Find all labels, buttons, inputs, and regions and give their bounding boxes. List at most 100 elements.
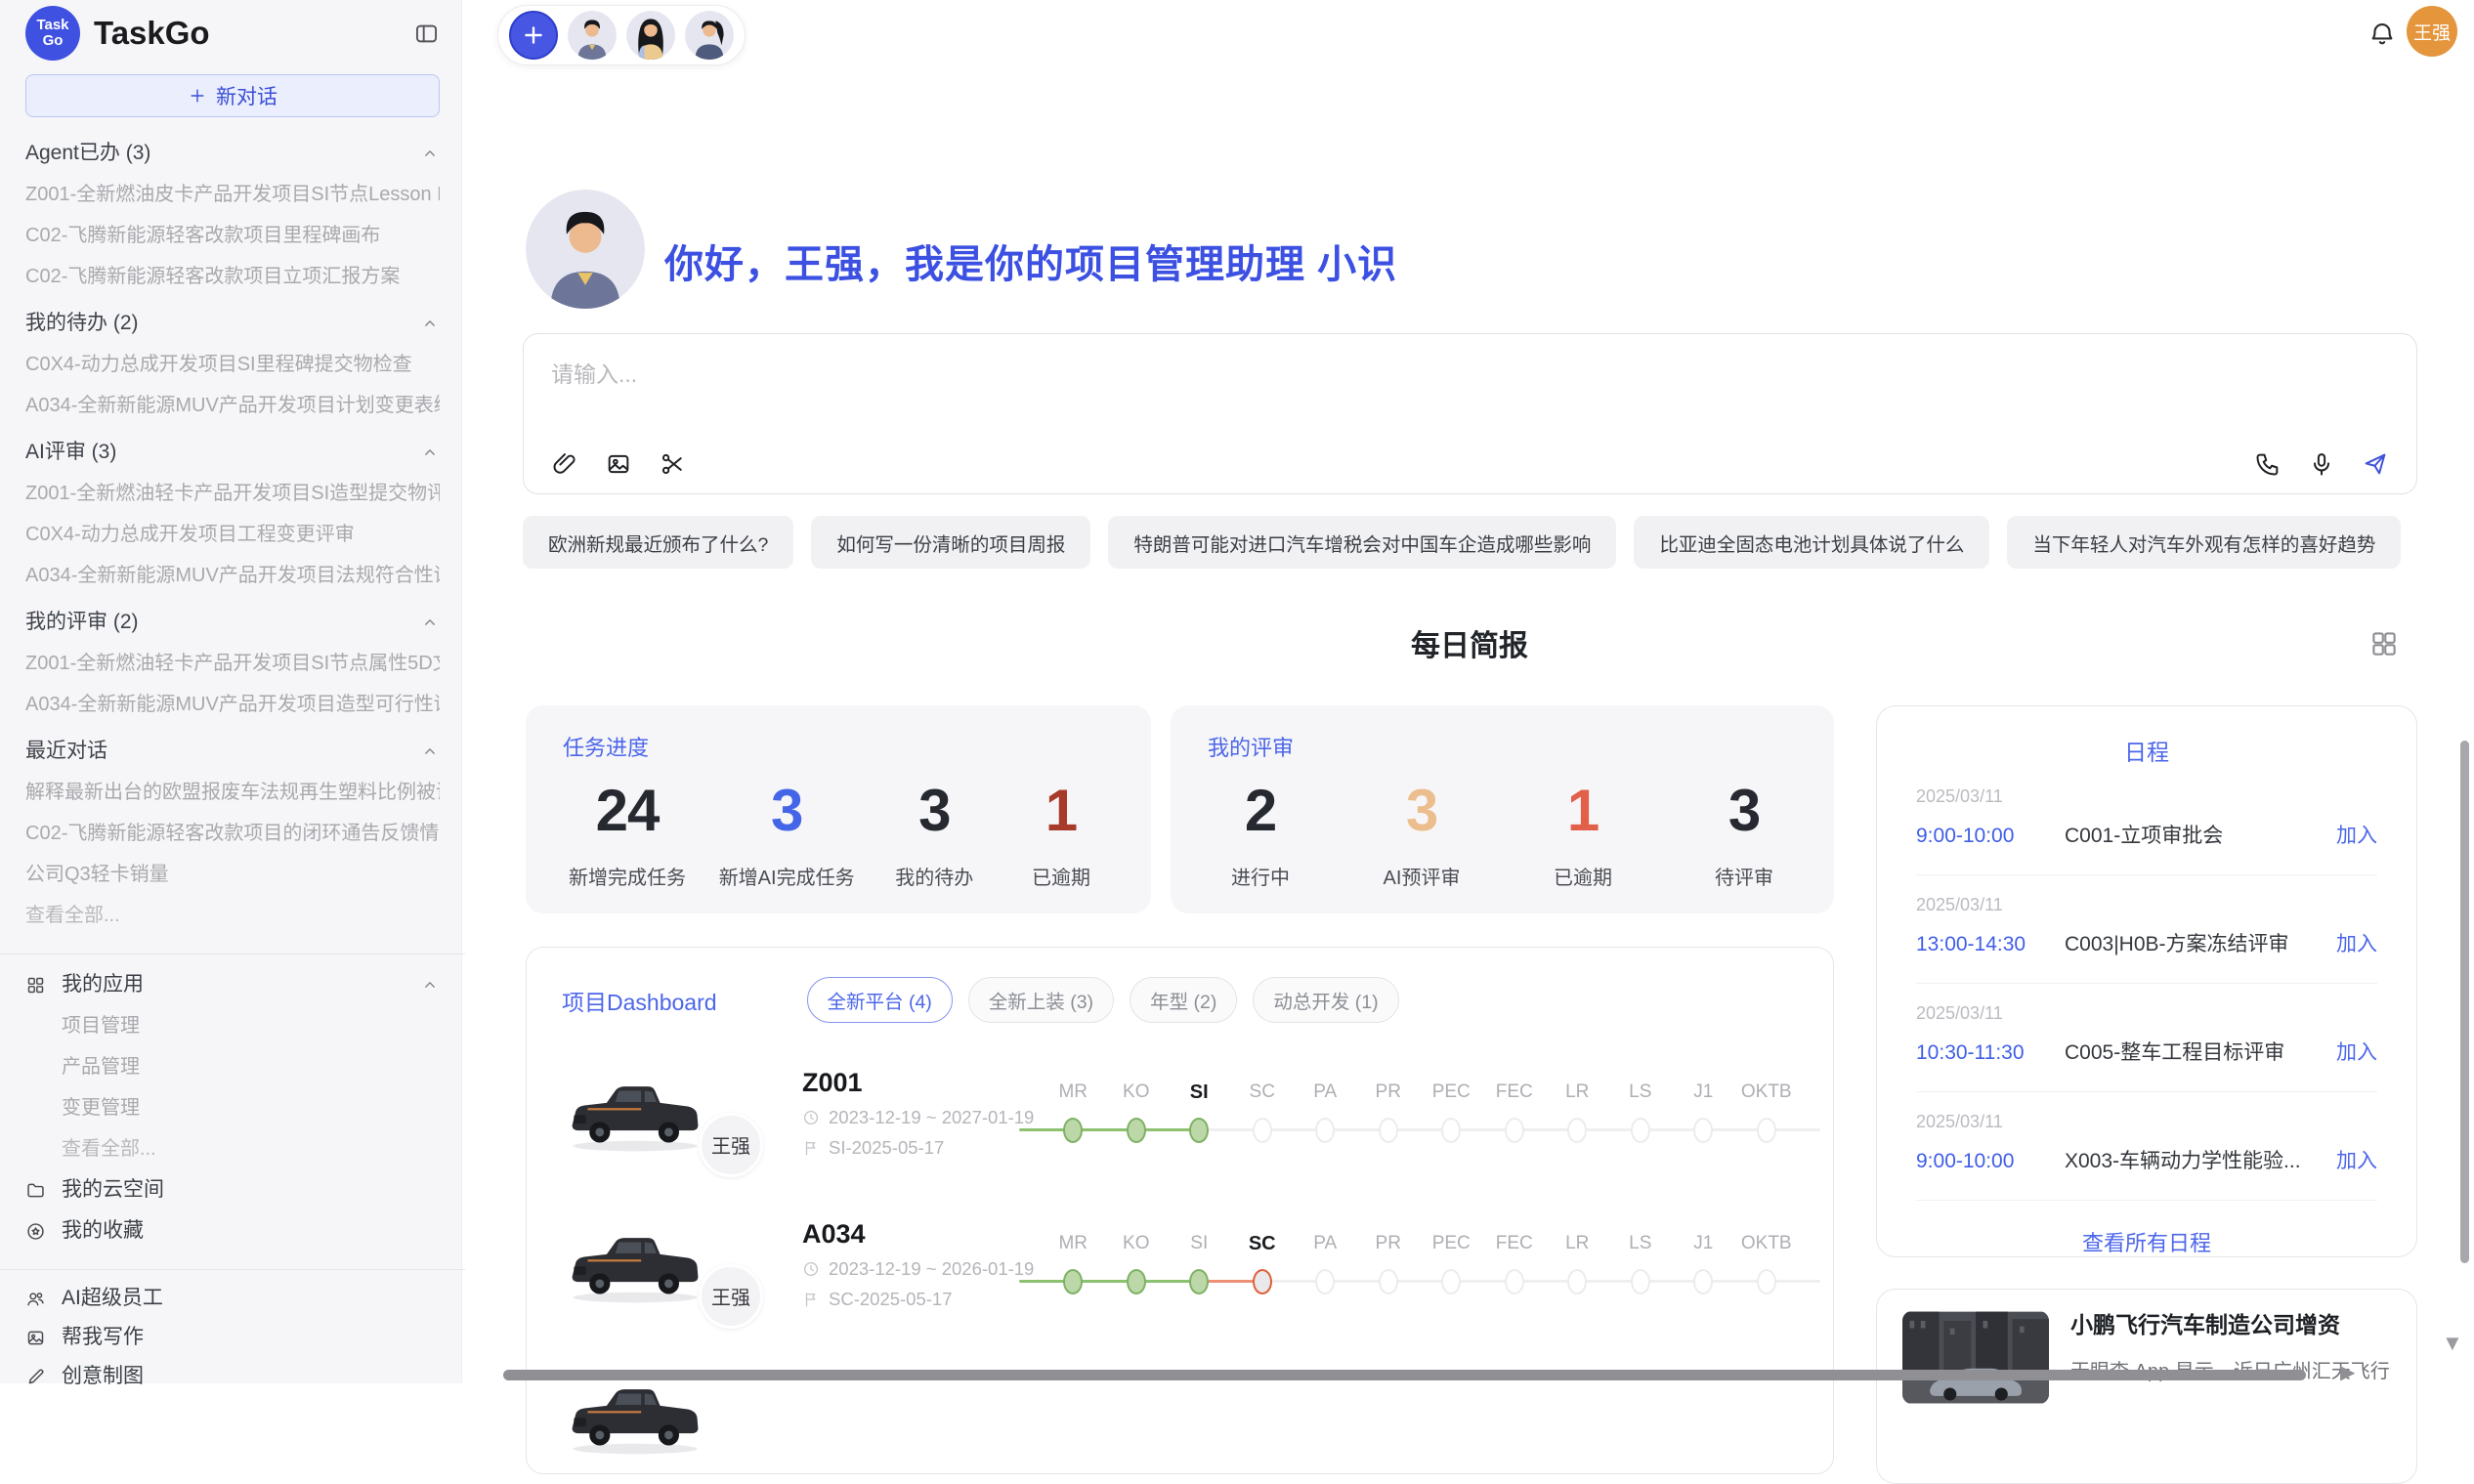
event-name: X003-车辆动力学性能验... xyxy=(2065,1145,2325,1174)
member-avatar[interactable] xyxy=(685,11,734,60)
sidebar-task-item[interactable]: Z001-全新燃油轻卡产品开发项目SI节点属性5D文件评审 xyxy=(25,653,440,674)
sidebar-task-item[interactable]: Z001-全新燃油皮卡产品开发项目SI节点Lesson Learn报告 xyxy=(25,184,440,205)
notification-bell-icon[interactable] xyxy=(2367,20,2397,49)
sidebar-task-item[interactable]: C0X4-动力总成开发项目SI里程碑提交物检查 xyxy=(25,354,440,375)
sidebar: Task Go TaskGo 新对话 Agent已办 (3)Z001-全新燃油皮… xyxy=(0,0,462,1383)
new-chat-button[interactable]: 新对话 xyxy=(25,74,440,117)
sidebar-section-header[interactable]: 最近对话 xyxy=(25,741,440,762)
scroll-right-arrow[interactable]: ▶ xyxy=(2340,1360,2355,1384)
project-dates: 2023-12-19 ~ 2027-01-19 xyxy=(802,1107,1032,1128)
milestone-dot xyxy=(1757,1118,1776,1143)
sidebar-collapse-icon[interactable] xyxy=(413,21,440,47)
briefing-layout-icon[interactable] xyxy=(2369,629,2399,658)
milestone-label: KO xyxy=(1105,1233,1169,1255)
suggestion-chip[interactable]: 如何写一份清晰的项目周报 xyxy=(811,516,1090,569)
main-area: 王强 你好，王强，我是你的项目管理助理 小识 欧洲新规最近颁布了什么?如何写一份… xyxy=(462,0,2474,1383)
suggestion-chip[interactable]: 欧洲新规最近颁布了什么? xyxy=(523,516,793,569)
project-row[interactable]: 王强A0342023-12-19 ~ 2026-01-19SC-2025-05-… xyxy=(562,1215,1798,1313)
event-date: 2025/03/11 xyxy=(1916,786,2377,807)
suggestion-chip[interactable]: 当下年轻人对汽车外观有怎样的喜好趋势 xyxy=(2007,516,2401,569)
sidebar-section-header[interactable]: AI评审 (3) xyxy=(25,442,440,463)
sidebar-item-people[interactable]: AI超级员工 xyxy=(25,1288,440,1309)
news-card[interactable]: 小鹏飞行汽车制造公司增资 天眼查 App 显示，近日广州汇天飞行汽... xyxy=(1876,1289,2417,1484)
sidebar-recent-item[interactable]: 解释最新出台的欧盟报废车法规再生塑料比例被调至15%... xyxy=(25,782,440,803)
sidebar-task-item[interactable]: A034-全新新能源MUV产品开发项目计划变更表编写 xyxy=(25,395,440,416)
milestone-dot xyxy=(1693,1269,1713,1294)
sidebar-recent-item[interactable]: C02-飞腾新能源轻客改款项目的闭环通告反馈情况 xyxy=(25,823,440,844)
sidebar-section-title: Agent已办 (3) xyxy=(25,143,150,164)
sidebar-item-pen[interactable]: 创意制图 xyxy=(25,1366,440,1387)
sidebar-section-title: 最近对话 xyxy=(25,741,107,762)
milestone-dot xyxy=(1063,1269,1083,1294)
sidebar-task-item[interactable]: Z001-全新燃油轻卡产品开发项目SI造型提交物评审 xyxy=(25,483,440,504)
sidebar-app-item[interactable]: 查看全部... xyxy=(62,1138,440,1160)
milestone-dot xyxy=(1693,1118,1713,1143)
stat-card: 我的评审2进行中3AI预评审1已逾期3待评审 xyxy=(1171,705,1834,913)
news-body: 小鹏飞行汽车制造公司增资 天眼查 App 显示，近日广州汇天飞行汽... xyxy=(2070,1311,2391,1462)
sidebar-app-item[interactable]: 变更管理 xyxy=(62,1097,440,1119)
scroll-down-arrow[interactable]: ▼ xyxy=(2442,1331,2463,1356)
user-avatar[interactable]: 王强 xyxy=(2407,6,2457,57)
sidebar-section-header[interactable]: 我的待办 (2) xyxy=(25,313,440,334)
vertical-scrollbar[interactable] xyxy=(2460,741,2469,1263)
sidebar-task-item[interactable]: C02-飞腾新能源轻客改款项目立项汇报方案 xyxy=(25,266,440,287)
view-all-schedule-link[interactable]: 查看所有日程 xyxy=(1916,1226,2377,1257)
add-session-button[interactable] xyxy=(509,11,558,60)
sidebar-item-star[interactable]: 我的收藏 xyxy=(25,1220,440,1242)
stat-label: 我的待办 xyxy=(887,862,981,890)
join-button[interactable]: 加入 xyxy=(2336,1145,2377,1174)
dashboard-filter-chip[interactable]: 动总开发 (1) xyxy=(1253,977,1398,1023)
sidebar-app-item[interactable]: 产品管理 xyxy=(62,1056,440,1078)
project-code: Z001 xyxy=(802,1068,1032,1098)
image-upload-icon[interactable] xyxy=(605,450,632,478)
stat-label: 新增完成任务 xyxy=(569,862,686,890)
horizontal-scrollbar[interactable] xyxy=(503,1370,2306,1380)
milestone-label: SI xyxy=(1168,1081,1231,1104)
schedule-event: 2025/03/1110:30-11:30C005-整车工程目标评审加入 xyxy=(1916,984,2377,1092)
microphone-icon[interactable] xyxy=(2308,450,2335,478)
event-name: C005-整车工程目标评审 xyxy=(2065,1037,2325,1066)
dashboard-filter-chip[interactable]: 年型 (2) xyxy=(1130,977,1237,1023)
sidebar-task-item[interactable]: A034-全新新能源MUV产品开发项目法规符合性评审 xyxy=(25,565,440,586)
sidebar-section-header[interactable]: Agent已办 (3) xyxy=(25,143,440,164)
member-avatar[interactable] xyxy=(626,11,675,60)
sidebar-section-title: 我的评审 (2) xyxy=(25,612,139,633)
sidebar-app-item[interactable]: 项目管理 xyxy=(62,1015,440,1037)
apps-grid-icon xyxy=(25,975,46,996)
dashboard-filter-chip[interactable]: 全新平台 (4) xyxy=(807,977,953,1023)
stat-label: AI预评审 xyxy=(1375,862,1469,890)
stat-label: 待评审 xyxy=(1697,862,1791,890)
news-image xyxy=(1902,1311,2049,1404)
voice-call-icon[interactable] xyxy=(2254,450,2282,478)
member-avatar[interactable] xyxy=(568,11,617,60)
sidebar-item-folder[interactable]: 我的云空间 xyxy=(25,1179,440,1201)
milestone-label: SC xyxy=(1231,1081,1295,1104)
milestone-label: MR xyxy=(1042,1233,1105,1255)
chat-input[interactable] xyxy=(551,356,2388,416)
stat-label: 已逾期 xyxy=(1014,862,1108,890)
dashboard-header: 项目Dashboard 全新平台 (4)全新上装 (3)年型 (2)动总开发 (… xyxy=(527,948,1833,1023)
stat: 1已逾期 xyxy=(1536,782,1630,890)
screenshot-icon[interactable] xyxy=(659,450,686,478)
divider xyxy=(0,1269,465,1270)
join-button[interactable]: 加入 xyxy=(2336,1037,2377,1066)
sidebar-item-photo[interactable]: 帮我写作 xyxy=(25,1327,440,1348)
suggestion-chip[interactable]: 比亚迪全固态电池计划具体说了什么 xyxy=(1634,516,1989,569)
suggestion-chip[interactable]: 特朗普可能对进口汽车增税会对中国车企造成哪些影响 xyxy=(1108,516,1616,569)
join-button[interactable]: 加入 xyxy=(2336,928,2377,957)
attachment-icon[interactable] xyxy=(551,450,578,478)
project-row[interactable]: 王强Z0012023-12-19 ~ 2027-01-19SI-2025-05-… xyxy=(562,1064,1798,1162)
send-icon[interactable] xyxy=(2362,450,2389,478)
sidebar-recent-item[interactable]: 公司Q3轻卡销量 xyxy=(25,864,440,885)
sidebar-task-item[interactable]: C02-飞腾新能源轻客改款项目里程碑画布 xyxy=(25,225,440,246)
dashboard-filter-chip[interactable]: 全新上装 (3) xyxy=(968,977,1114,1023)
milestone-label: FEC xyxy=(1483,1081,1547,1104)
sidebar-task-item[interactable]: C0X4-动力总成开发项目工程变更评审 xyxy=(25,524,440,545)
join-button[interactable]: 加入 xyxy=(2336,820,2377,849)
view-all-conversations-link[interactable]: 查看全部... xyxy=(25,905,440,926)
schedule-title: 日程 xyxy=(1916,734,2377,767)
sidebar-item-my-apps[interactable]: 我的应用 xyxy=(25,974,440,996)
milestone-label: PEC xyxy=(1420,1081,1483,1104)
sidebar-section-header[interactable]: 我的评审 (2) xyxy=(25,612,440,633)
sidebar-task-item[interactable]: A034-全新新能源MUV产品开发项目造型可行性评审 xyxy=(25,694,440,715)
